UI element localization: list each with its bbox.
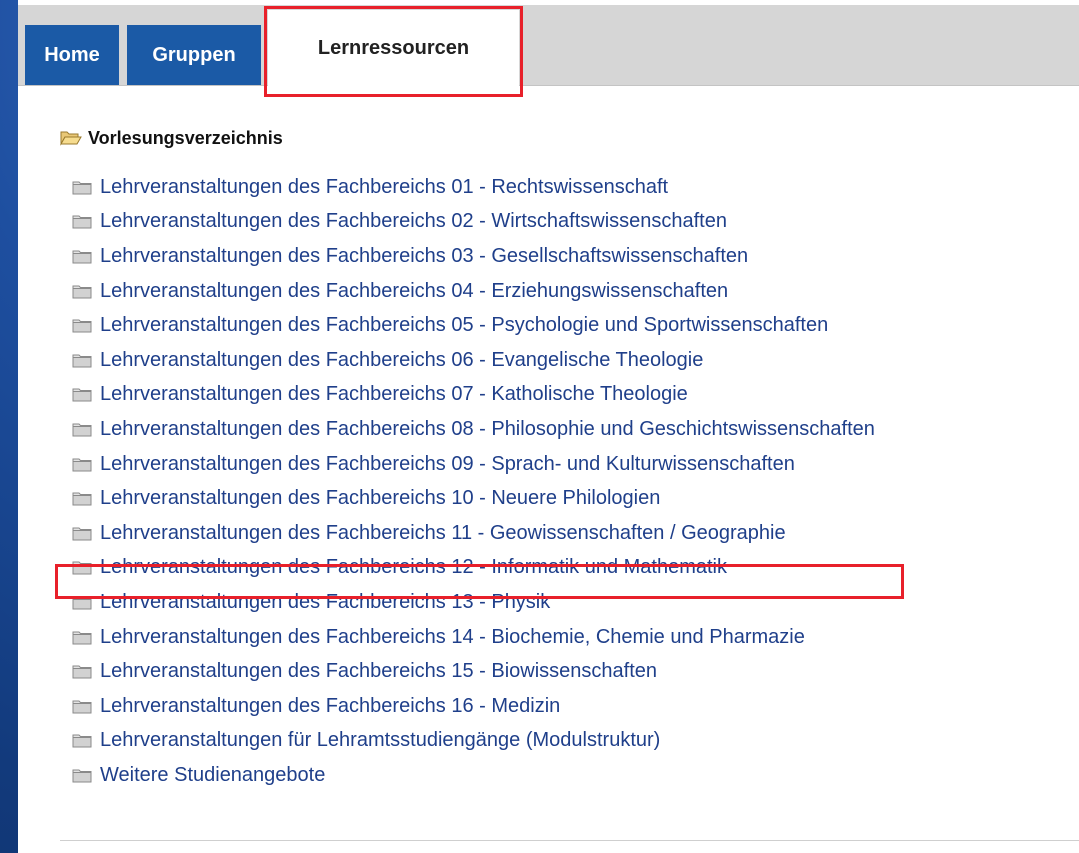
tree-item[interactable]: Lehrveranstaltungen des Fachbereichs 04 … xyxy=(72,274,875,309)
tree-item[interactable]: Lehrveranstaltungen des Fachbereichs 14 … xyxy=(72,620,875,655)
folder-icon xyxy=(72,630,92,645)
tree-item-label: Lehrveranstaltungen des Fachbereichs 01 … xyxy=(100,175,669,198)
tree-item-label: Lehrveranstaltungen des Fachbereichs 02 … xyxy=(100,210,727,233)
tree-item[interactable]: Lehrveranstaltungen des Fachbereichs 06 … xyxy=(72,343,875,378)
tree-item[interactable]: Lehrveranstaltungen des Fachbereichs 11 … xyxy=(72,516,875,551)
tree-item-label: Lehrveranstaltungen des Fachbereichs 10 … xyxy=(100,487,661,510)
tree-item[interactable]: Weitere Studienangebote xyxy=(72,758,875,793)
tree-list: Lehrveranstaltungen des Fachbereichs 01 … xyxy=(72,170,875,793)
tab-bar: Home Gruppen xyxy=(18,5,1079,86)
tree-item[interactable]: Lehrveranstaltungen des Fachbereichs 07 … xyxy=(72,378,875,413)
tree-item-label: Lehrveranstaltungen für Lehramtsstudieng… xyxy=(100,729,661,752)
tree-item[interactable]: Lehrveranstaltungen des Fachbereichs 13 … xyxy=(72,585,875,620)
tab-gruppen[interactable]: Gruppen xyxy=(127,25,261,85)
tab-lernressourcen[interactable]: Lernressourcen xyxy=(268,10,519,87)
tree-item-label: Lehrveranstaltungen des Fachbereichs 07 … xyxy=(100,383,688,406)
folder-icon xyxy=(72,284,92,299)
tree-item-label: Lehrveranstaltungen des Fachbereichs 16 … xyxy=(100,694,561,717)
tree-item-label: Lehrveranstaltungen des Fachbereichs 06 … xyxy=(100,348,704,371)
tree-item-label: Lehrveranstaltungen des Fachbereichs 12 … xyxy=(100,556,728,579)
tree-item-label: Weitere Studienangebote xyxy=(100,763,326,786)
folder-icon xyxy=(72,422,92,437)
folder-open-icon xyxy=(60,130,82,146)
tree-item[interactable]: Lehrveranstaltungen des Fachbereichs 16 … xyxy=(72,689,875,724)
tree-item-label: Lehrveranstaltungen des Fachbereichs 09 … xyxy=(100,452,795,475)
folder-icon xyxy=(72,733,92,748)
tree-item-label: Lehrveranstaltungen des Fachbereichs 11 … xyxy=(100,521,786,544)
tree-item-label: Lehrveranstaltungen des Fachbereichs 14 … xyxy=(100,625,805,648)
tree-item-label: Lehrveranstaltungen des Fachbereichs 08 … xyxy=(100,417,875,440)
folder-icon xyxy=(72,699,92,714)
tab-home[interactable]: Home xyxy=(25,25,119,85)
folder-icon xyxy=(72,560,92,575)
folder-icon xyxy=(72,180,92,195)
tree-root-label: Vorlesungsverzeichnis xyxy=(88,127,283,148)
tree-item[interactable]: Lehrveranstaltungen des Fachbereichs 02 … xyxy=(72,205,875,240)
folder-icon xyxy=(72,595,92,610)
tree-item-label: Lehrveranstaltungen des Fachbereichs 15 … xyxy=(100,660,657,683)
folder-icon xyxy=(72,387,92,402)
tree-root-vorlesungsverzeichnis[interactable]: Vorlesungsverzeichnis xyxy=(60,126,283,150)
tree-item-label: Lehrveranstaltungen des Fachbereichs 03 … xyxy=(100,244,749,267)
tree-item[interactable]: Lehrveranstaltungen des Fachbereichs 15 … xyxy=(72,654,875,689)
tree-item[interactable]: Lehrveranstaltungen des Fachbereichs 12 … xyxy=(72,551,875,586)
tree-item[interactable]: Lehrveranstaltungen des Fachbereichs 09 … xyxy=(72,447,875,482)
tree-item[interactable]: Lehrveranstaltungen des Fachbereichs 01 … xyxy=(72,170,875,205)
tree-item-label: Lehrveranstaltungen des Fachbereichs 04 … xyxy=(100,279,729,302)
folder-icon xyxy=(72,768,92,783)
tree-item[interactable]: Lehrveranstaltungen des Fachbereichs 10 … xyxy=(72,481,875,516)
tree-item-label: Lehrveranstaltungen des Fachbereichs 13 … xyxy=(100,590,551,613)
folder-icon xyxy=(72,249,92,264)
tree-item[interactable]: Lehrveranstaltungen des Fachbereichs 05 … xyxy=(72,308,875,343)
divider xyxy=(60,840,1079,841)
folder-icon xyxy=(72,318,92,333)
folder-icon xyxy=(72,664,92,679)
folder-icon xyxy=(72,214,92,229)
tree-item[interactable]: Lehrveranstaltungen des Fachbereichs 08 … xyxy=(72,412,875,447)
folder-icon xyxy=(72,457,92,472)
folder-icon xyxy=(72,491,92,506)
folder-icon xyxy=(72,353,92,368)
tree-item[interactable]: Lehrveranstaltungen für Lehramtsstudieng… xyxy=(72,724,875,759)
folder-icon xyxy=(72,526,92,541)
main-panel: Home Gruppen Lernressourcen Vorlesungsve… xyxy=(18,0,1079,853)
tree-item-label: Lehrveranstaltungen des Fachbereichs 05 … xyxy=(100,314,829,337)
tree-item[interactable]: Lehrveranstaltungen des Fachbereichs 03 … xyxy=(72,239,875,274)
